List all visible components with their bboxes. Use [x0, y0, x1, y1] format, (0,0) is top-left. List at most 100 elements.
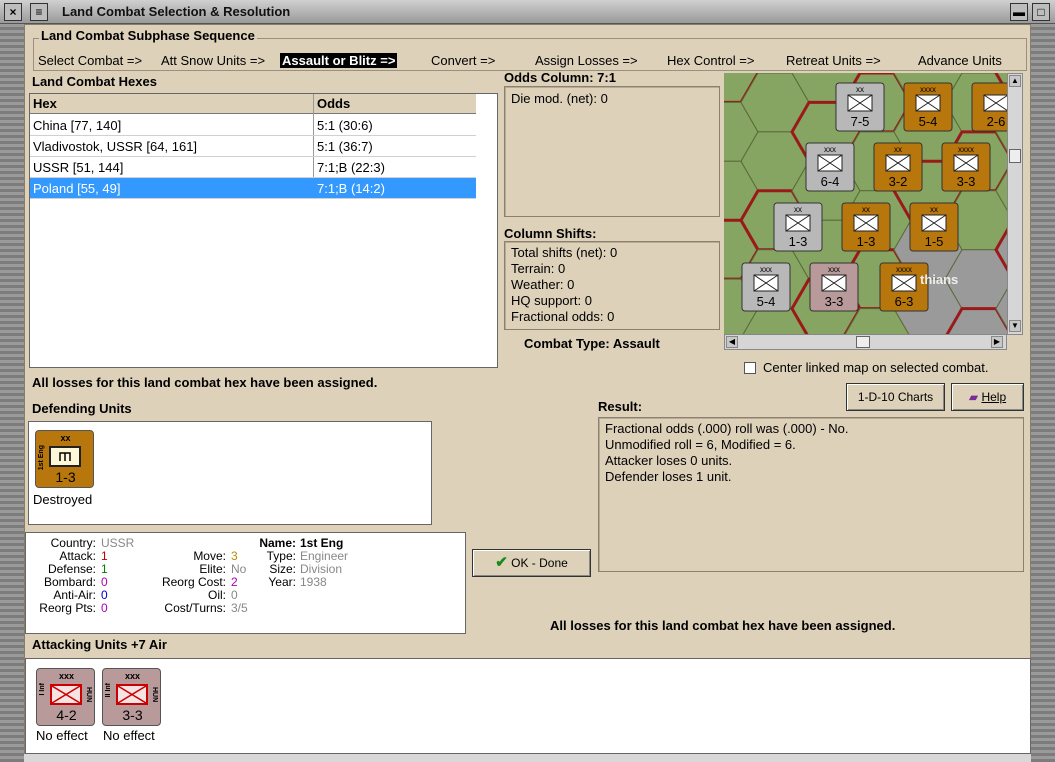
map-counter-strength: 3-3 [825, 294, 844, 309]
unit-strength: 3-3 [122, 707, 143, 723]
phase-advance-units: Advance Units [918, 53, 1002, 68]
attacking-title: Attacking Units +7 Air [32, 637, 167, 652]
horizontal-scroll-thumb[interactable] [856, 336, 870, 348]
book-icon: ▰ [968, 390, 979, 404]
result-line: Unmodified roll = 6, Modified = 6. [605, 437, 796, 452]
map-counter-strength: 1-3 [857, 234, 876, 249]
defending-unit-counter[interactable]: xx 1st Eng 1-3 [35, 430, 94, 488]
map-counter-size: xx [862, 205, 870, 214]
center-map-label: Center linked map on selected combat. [763, 360, 989, 375]
map-counter-size: xxxx [896, 265, 912, 274]
name-value: 1st Eng [300, 536, 344, 550]
window-title: Land Combat Selection & Resolution [62, 4, 291, 19]
map-counter-size: xxxx [920, 85, 936, 94]
phase-select-combat: Select Combat => [38, 53, 143, 68]
map-unit-counter[interactable]: xxx 6-4 [805, 142, 855, 192]
reorg-cost-label: Reorg Cost: [161, 575, 226, 589]
scroll-right-icon[interactable]: ▶ [991, 336, 1003, 348]
attacking-unit-status: No effect [103, 728, 155, 743]
map-counter-strength: 2-6 [987, 114, 1006, 129]
antiair-label: Anti-Air: [53, 588, 96, 602]
country-value: USSR [101, 536, 135, 550]
attacking-unit-counter[interactable]: xxx II Inf HUN 3-3 [102, 668, 161, 726]
map-counter-strength: 3-2 [889, 174, 908, 189]
odds-col-header[interactable]: Odds [317, 96, 350, 111]
attacking-units-box: xxx I Inf HUN 4-2 No effect xxx II Inf H… [25, 658, 1031, 754]
map-unit-counter[interactable]: xx 1-3 [841, 202, 891, 252]
center-map-checkbox[interactable] [744, 362, 756, 374]
infantry-symbol-icon [116, 684, 148, 705]
menu-icon[interactable]: ≡ [30, 3, 48, 21]
close-icon[interactable]: × [4, 3, 22, 21]
defending-unit-status: Destroyed [33, 492, 93, 507]
shift-weather: Weather: 0 [511, 277, 575, 292]
map-unit-counter[interactable]: xxx 3-3 [809, 262, 859, 312]
ok-done-label: OK - Done [511, 556, 568, 570]
hex-cell: China [77, 140] [33, 118, 122, 133]
linked-map[interactable]: xxxx 5-4 xx 7-5 2-6 xxx 6-4 xx 3-2 xxxx 3-3 xx 1-3 xx… [724, 73, 1022, 335]
unit-side-label: I Inf [39, 683, 46, 696]
charts-button[interactable]: 1-D-10 Charts [846, 383, 945, 411]
unit-info-box: Country: USSR Attack: 1 Defense: 1 Bomba… [25, 532, 466, 634]
hex-cell: Poland [55, 49] [33, 181, 121, 196]
hexes-title: Land Combat Hexes [32, 74, 157, 89]
map-unit-counter[interactable]: xx 3-2 [873, 142, 923, 192]
map-counter-size: xx [894, 145, 902, 154]
ok-done-button[interactable]: ✔ OK - Done [472, 549, 591, 577]
map-unit-counter[interactable]: xx 1-5 [909, 202, 959, 252]
map-unit-counter[interactable]: xx 7-5 [835, 82, 885, 132]
map-vertical-scrollbar[interactable]: ▲ ▼ [1007, 73, 1023, 335]
defense-value: 1 [101, 562, 108, 576]
odds-cell: 7:1;B (22:3) [317, 160, 385, 175]
map-counter-size: xx [856, 85, 864, 94]
result-line: Defender loses 1 unit. [605, 469, 732, 484]
minimize-icon[interactable]: ▬ [1010, 3, 1028, 21]
map-unit-counter[interactable]: xxxx 3-3 [941, 142, 991, 192]
map-unit-counter[interactable]: xx 1-3 [773, 202, 823, 252]
odds-cell: 5:1 (36:7) [317, 139, 373, 154]
map-unit-counter[interactable]: xxx 5-4 [741, 262, 791, 312]
hex-table: Hex Odds China [77, 140] 5:1 (30:6) Vlad… [29, 93, 498, 368]
unit-strength: 1-3 [55, 469, 76, 485]
result-line: Attacker loses 0 units. [605, 453, 733, 468]
maximize-icon[interactable]: □ [1032, 3, 1050, 21]
hex-col-header[interactable]: Hex [33, 96, 57, 111]
cost-turns-value: 3/5 [231, 601, 248, 615]
engineer-symbol-icon [49, 446, 81, 467]
scroll-left-icon[interactable]: ◀ [726, 336, 738, 348]
help-button[interactable]: ▰ Help [951, 383, 1024, 411]
map-counter-strength: 5-4 [919, 114, 938, 129]
oil-value: 0 [231, 588, 238, 602]
phase-att-snow-units: Att Snow Units => [161, 53, 266, 68]
reorg-pts-label: Reorg Pts: [39, 601, 96, 615]
table-row-selected[interactable]: Poland [55, 49] 7:1;B (14:2) [30, 178, 476, 199]
map-unit-counter[interactable]: xxxx 5-4 [903, 82, 953, 132]
map-counter-strength: 1-5 [925, 234, 944, 249]
attacking-unit-status: No effect [36, 728, 88, 743]
table-row[interactable]: USSR [51, 144] 7:1;B (22:3) [30, 157, 476, 178]
table-row[interactable]: China [77, 140] 5:1 (30:6) [30, 115, 476, 136]
map-unit-counter[interactable]: xxxx 6-3 [879, 262, 929, 312]
vertical-scroll-thumb[interactable] [1009, 149, 1021, 163]
table-row[interactable]: Vladivostok, USSR [64, 161] 5:1 (36:7) [30, 136, 476, 157]
map-horizontal-scrollbar[interactable]: ◀ ▶ [724, 334, 1007, 350]
map-counter-size: xx [794, 205, 802, 214]
scroll-up-icon[interactable]: ▲ [1009, 75, 1021, 87]
size-value: Division [300, 562, 343, 576]
defending-units-box: xx 1st Eng 1-3 Destroyed [28, 421, 432, 525]
column-shifts-title: Column Shifts: [504, 226, 597, 241]
shift-hq-support: HQ support: 0 [511, 293, 592, 308]
scroll-down-icon[interactable]: ▼ [1009, 320, 1021, 332]
map-counter-strength: 5-4 [757, 294, 776, 309]
size-label: Size: [269, 562, 296, 576]
losses-message-top: All losses for this land combat hex have… [32, 375, 378, 390]
oil-label: Oil: [208, 588, 226, 602]
odds-cell: 5:1 (30:6) [317, 118, 373, 133]
hex-table-header: Hex Odds [30, 94, 476, 114]
engineer-glyph-icon [59, 452, 71, 461]
left-frame [0, 24, 24, 762]
right-frame [1031, 24, 1055, 762]
attacking-unit-counter[interactable]: xxx I Inf HUN 4-2 [36, 668, 95, 726]
result-title: Result: [598, 399, 643, 414]
combat-type: Combat Type: Assault [524, 336, 660, 351]
